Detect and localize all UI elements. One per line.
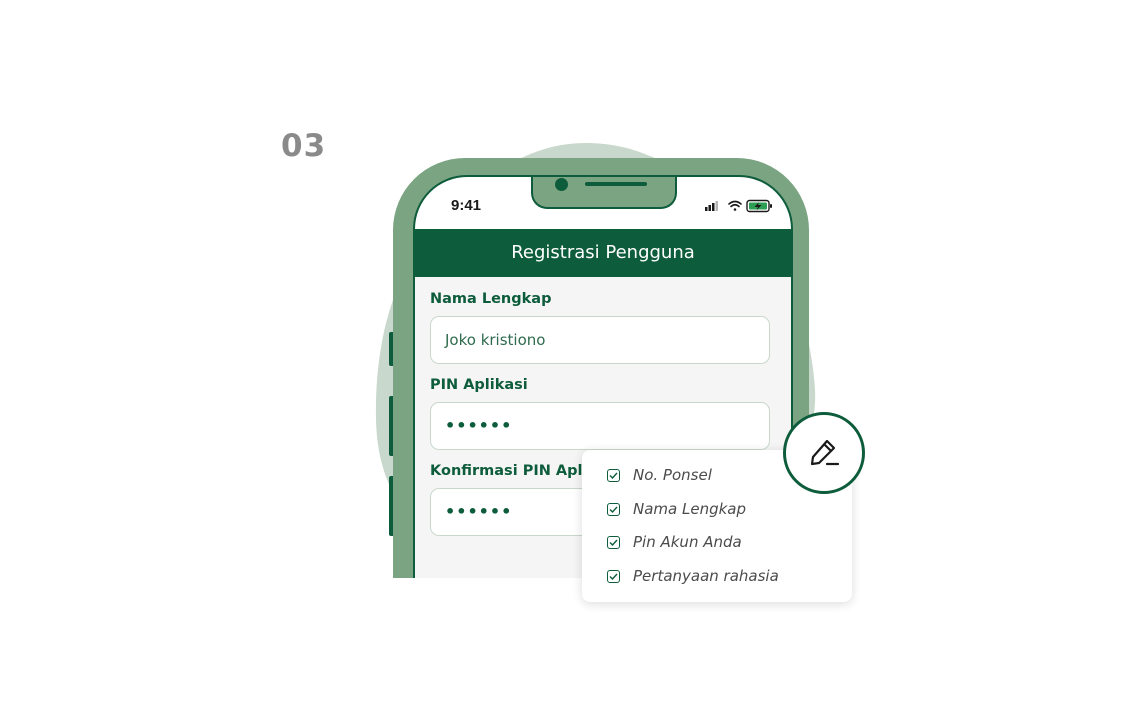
wifi-icon: [728, 200, 742, 211]
phone-notch: [531, 177, 677, 209]
checkbox-checked-icon: [607, 502, 620, 516]
camera-icon: [555, 178, 568, 191]
pencil-edit-icon: [810, 439, 840, 466]
full-name-input[interactable]: Joko kristiono: [430, 316, 770, 364]
checklist-item: Nama Lengkap: [607, 499, 746, 519]
checklist-item: Pin Akun Anda: [607, 532, 742, 552]
checklist-item-label: No. Ponsel: [633, 466, 712, 484]
signal-icon: [705, 201, 718, 211]
checklist-item-label: Pin Akun Anda: [633, 533, 742, 551]
status-time: 9:41: [451, 197, 482, 214]
checkbox-checked-icon: [607, 468, 620, 482]
edit-button[interactable]: [783, 412, 865, 494]
battery-charging-icon: [746, 199, 772, 213]
step-number: 03: [281, 128, 327, 164]
pin-label: PIN Aplikasi: [430, 377, 528, 393]
checkbox-checked-icon: [607, 569, 620, 583]
full-name-label: Nama Lengkap: [430, 291, 552, 307]
appbar-title: Registrasi Pengguna: [415, 229, 791, 277]
checklist-item: No. Ponsel: [607, 465, 712, 485]
pin-input[interactable]: ••••••: [430, 402, 770, 450]
checklist-item: Pertanyaan rahasia: [607, 566, 779, 586]
checklist-item-label: Nama Lengkap: [633, 500, 746, 518]
status-icons: [705, 199, 772, 213]
checklist-item-label: Pertanyaan rahasia: [633, 567, 779, 585]
checkbox-checked-icon: [607, 535, 620, 549]
speaker-grille: [585, 182, 647, 186]
